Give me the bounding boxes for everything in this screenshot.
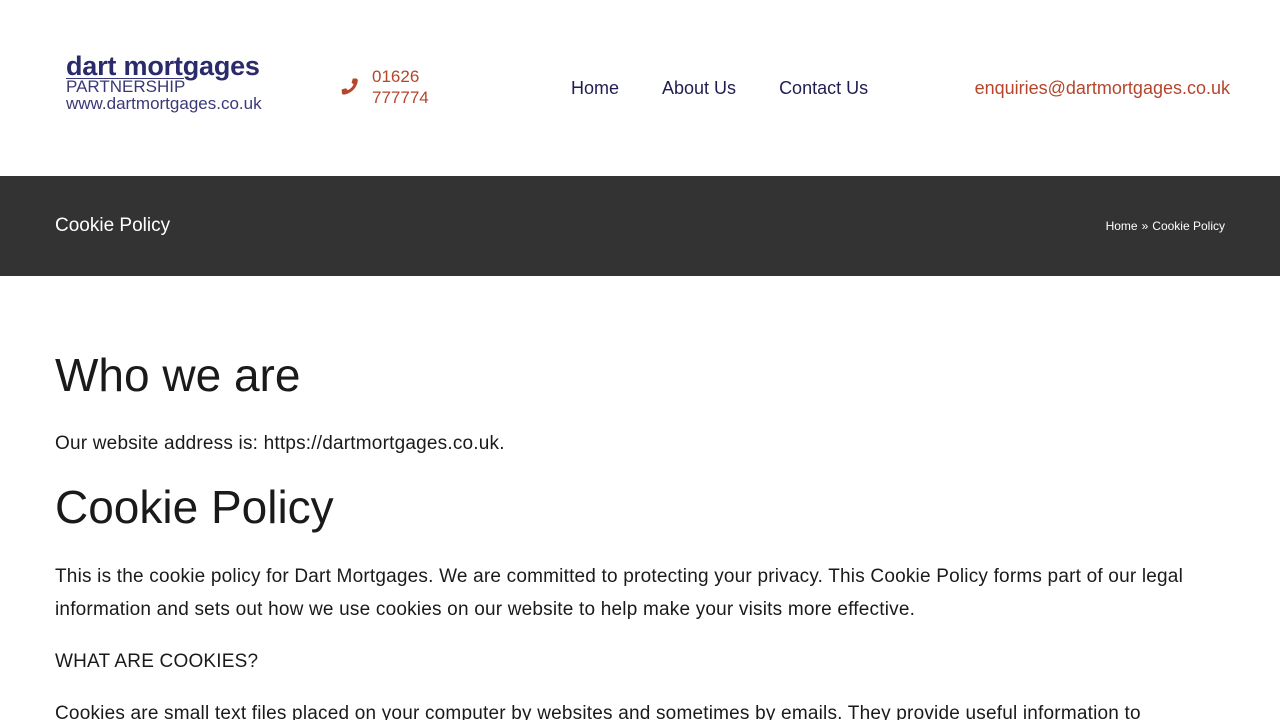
- nav-item-contact-us[interactable]: Contact Us: [779, 77, 868, 99]
- logo-url-text: www.dartmortgages.co.uk: [66, 94, 262, 113]
- site-logo[interactable]: dart mortgages PARTNERSHIP www.dartmortg…: [66, 52, 276, 113]
- phone-number: 01626 777774: [372, 67, 429, 107]
- breadcrumb-home-link[interactable]: Home: [1106, 219, 1138, 233]
- cookie-policy-heading: Cookie Policy: [55, 481, 334, 533]
- cookies-description: Cookies are small text files placed on y…: [55, 703, 1141, 720]
- main-content: Who we are Our website address is: https…: [0, 276, 1280, 720]
- logo-main-text: dart mortgages: [66, 51, 260, 81]
- logo-sub-text: PARTNERSHIP: [66, 77, 186, 96]
- main-nav: Home About Us Contact Us: [571, 77, 868, 99]
- page-title-bar: Cookie Policy Home» Cookie Policy: [0, 176, 1280, 276]
- phone-icon: [340, 77, 360, 97]
- email-link[interactable]: enquiries@dartmortgages.co.uk: [975, 77, 1230, 99]
- site-header: dart mortgages PARTNERSHIP www.dartmortg…: [0, 0, 1280, 176]
- nav-item-about-us[interactable]: About Us: [662, 77, 736, 99]
- nav-item-home[interactable]: Home: [571, 77, 619, 99]
- website-address-text: Our website address is: https://dartmort…: [55, 433, 505, 454]
- cookie-policy-intro: This is the cookie policy for Dart Mortg…: [55, 566, 1183, 620]
- what-are-cookies-heading: WHAT ARE COOKIES?: [55, 651, 259, 672]
- page-title: Cookie Policy: [55, 215, 171, 236]
- who-we-are-heading: Who we are: [55, 349, 301, 401]
- phone-link[interactable]: 01626 777774: [340, 66, 452, 108]
- breadcrumb: Home» Cookie Policy: [1106, 218, 1225, 234]
- breadcrumb-current: Cookie Policy: [1152, 219, 1225, 233]
- breadcrumb-separator: »: [1141, 219, 1149, 233]
